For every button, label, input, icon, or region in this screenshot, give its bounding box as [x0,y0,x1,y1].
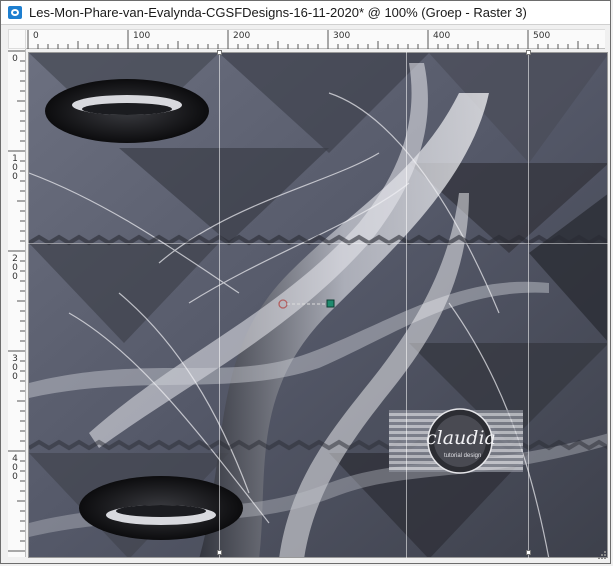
ruler-label-h-100: 100 [133,31,151,41]
guide-handle[interactable] [526,550,531,555]
camera-icon [8,6,22,19]
ruler-label-h-400: 400 [433,31,451,41]
guide-vertical[interactable] [528,52,529,558]
vector-control-handle[interactable] [277,298,337,310]
window-title: Les-Mon-Phare-van-Evalynda-CGSFDesigns-1… [29,5,527,20]
guide-handle[interactable] [526,50,531,55]
ruler-corner [8,29,26,49]
ruler-label-v-100: 100 [10,154,20,181]
guide-horizontal[interactable] [28,243,608,244]
horizontal-ruler[interactable]: 0 100 200 300 400 500 [26,29,605,49]
ruler-label-v-200: 200 [10,254,20,281]
guide-vertical[interactable] [219,52,220,558]
document-window: Les-Mon-Phare-van-Evalynda-CGSFDesigns-1… [0,0,611,564]
ruler-label-h-200: 200 [233,31,251,41]
guide-handle[interactable] [217,50,222,55]
resize-grip-icon[interactable] [597,550,607,560]
guide-handle[interactable] [217,550,222,555]
watermark-subtext: tutorial design [444,453,482,459]
vertical-ruler[interactable]: 0 100 200 300 400 [8,49,26,557]
ruler-label-h-0: 0 [33,31,39,41]
ruler-label-v-0: 0 [10,54,20,63]
guide-vertical[interactable] [406,52,407,558]
image-canvas[interactable]: claudia tutorial design [28,52,608,558]
ruler-label-h-300: 300 [333,31,351,41]
title-bar[interactable]: Les-Mon-Phare-van-Evalynda-CGSFDesigns-1… [1,1,610,25]
horizontal-ruler-ticks [27,30,599,49]
watermark-text: claudia [426,427,496,449]
ruler-label-v-300: 300 [10,354,20,381]
ruler-label-v-400: 400 [10,454,20,481]
ruler-label-h-500: 500 [533,31,551,41]
